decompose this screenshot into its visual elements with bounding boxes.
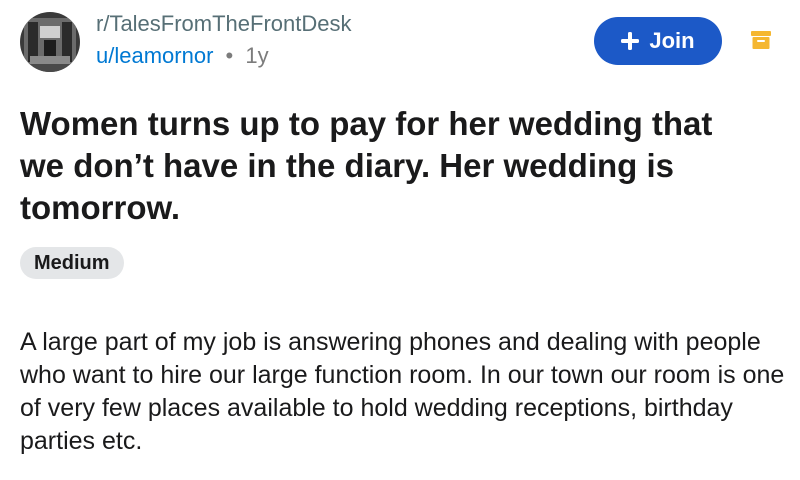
subreddit-name[interactable]: r/TalesFromTheFrontDesk [96, 11, 352, 37]
post-title[interactable]: Women turns up to pay for her wedding th… [20, 103, 760, 229]
subreddit-avatar-icon[interactable] [20, 12, 80, 72]
post-body: A large part of my job is answering phon… [20, 328, 785, 455]
post-age: 1y [245, 43, 269, 68]
post-meta: u/leamornor • 1y [96, 43, 269, 69]
post-flair[interactable]: Medium [20, 247, 124, 279]
join-button-label: Join [649, 28, 695, 53]
archive-icon[interactable] [750, 29, 772, 51]
plus-icon [621, 32, 640, 50]
meta-separator: • [225, 43, 234, 68]
username-link[interactable]: u/leamornor [96, 43, 213, 68]
reddit-post-view: r/TalesFromTheFrontDesk u/leamornor • 1y… [0, 0, 800, 480]
join-button[interactable]: Join [594, 17, 722, 65]
